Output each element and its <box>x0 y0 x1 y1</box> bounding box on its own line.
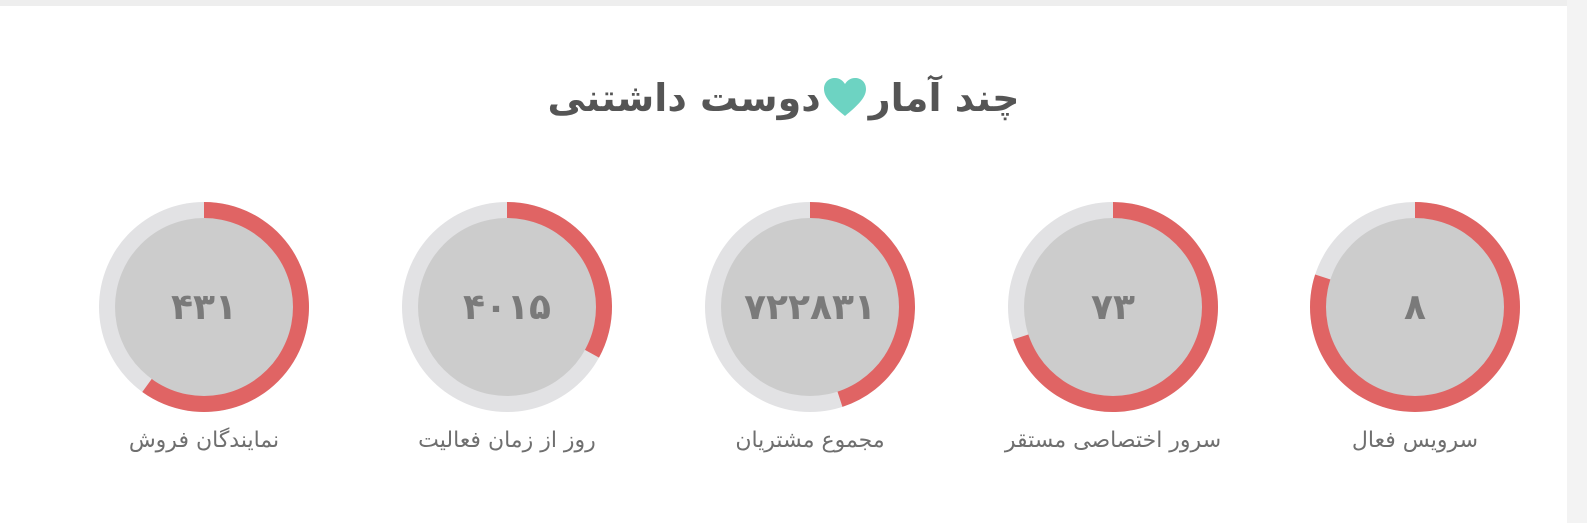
stat-label: روز از زمان فعالیت <box>418 428 596 453</box>
stat-value: ۷۲۲۸۳۱ <box>744 286 876 328</box>
section-title: چند آمار دوست داشتنی <box>0 70 1567 126</box>
stat-sales-agents: ۴۳۱ نمایندگان فروش <box>54 202 354 472</box>
stat-value: ۷۳ <box>1091 286 1135 328</box>
stat-days-active: ۴۰۱۵ روز از زمان فعالیت <box>357 202 657 472</box>
title-part-2: دوست داشتنی <box>547 76 821 120</box>
stat-label: سرویس فعال <box>1351 428 1479 453</box>
top-border <box>0 0 1587 6</box>
stat-label: مجموع مشتریان <box>735 428 885 453</box>
stat-dedicated-servers: ۷۳ سرور اختصاصی مستقر <box>963 202 1263 472</box>
stat-total-customers: ۷۲۲۸۳۱ مجموع مشتریان <box>660 202 960 472</box>
stat-active-services: ۸ سرویس فعال <box>1265 202 1565 472</box>
stat-label: سرور اختصاصی مستقر <box>1004 428 1222 453</box>
stat-value: ۴۳۱ <box>171 286 237 328</box>
stat-value: ۸ <box>1404 286 1426 328</box>
page-edge <box>1567 0 1587 523</box>
stat-value: ۴۰۱۵ <box>463 286 551 328</box>
heart-icon <box>823 78 867 118</box>
title-part-1: چند آمار <box>868 76 1020 120</box>
stat-label: نمایندگان فروش <box>128 428 280 453</box>
